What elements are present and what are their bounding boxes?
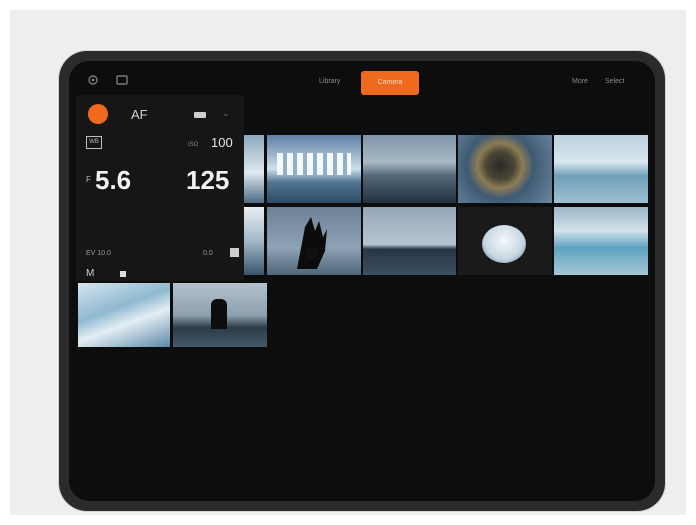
- photo-thumbnail[interactable]: [267, 207, 361, 275]
- exposure-compensation: 0.0: [203, 250, 213, 257]
- ev-readout: EV 10.0: [86, 250, 111, 257]
- tablet-device: Library Camera More Select AF ⌄ WB ISO 1…: [59, 51, 665, 511]
- manual-mode-button[interactable]: M: [86, 268, 94, 279]
- shutter-speed-value[interactable]: 125: [186, 165, 229, 196]
- photo-thumbnail[interactable]: [244, 207, 264, 275]
- battery-icon: [194, 112, 206, 118]
- app-screen: Library Camera More Select AF ⌄ WB ISO 1…: [69, 61, 655, 501]
- iso-label: ISO: [188, 142, 199, 148]
- grid-icon[interactable]: [116, 74, 128, 86]
- chevron-down-icon[interactable]: ⌄: [222, 108, 230, 119]
- tab-library[interactable]: Library: [319, 78, 340, 85]
- aperture-value[interactable]: 5.6: [95, 165, 131, 196]
- photo-thumbnail[interactable]: [554, 135, 648, 203]
- photo-thumbnail[interactable]: [458, 135, 552, 203]
- capture-mode-icon[interactable]: [120, 271, 126, 277]
- select-button[interactable]: Select: [605, 78, 624, 85]
- photo-thumbnail[interactable]: [78, 283, 170, 347]
- photo-thumbnail[interactable]: [173, 283, 267, 347]
- aperture-prefix: F: [86, 175, 91, 184]
- top-bar: Library Camera More Select: [69, 61, 655, 95]
- photo-thumbnail[interactable]: [363, 135, 456, 203]
- iso-value[interactable]: 100: [211, 135, 233, 150]
- exposure-lock-icon[interactable]: [230, 248, 239, 257]
- photo-thumbnail[interactable]: [244, 135, 264, 203]
- more-button[interactable]: More: [572, 78, 588, 85]
- photo-thumbnail[interactable]: [267, 135, 361, 203]
- photo-thumbnail[interactable]: [554, 207, 648, 275]
- tab-camera[interactable]: Camera: [361, 71, 419, 95]
- background-frame: Library Camera More Select AF ⌄ WB ISO 1…: [10, 10, 686, 515]
- photo-thumbnail[interactable]: [363, 207, 456, 275]
- record-button[interactable]: [88, 104, 108, 124]
- settings-icon[interactable]: [87, 74, 99, 86]
- autofocus-toggle[interactable]: AF: [131, 107, 148, 122]
- camera-control-panel: AF ⌄ WB ISO 100 F 5.6 125 EV 10.0 0.0 M: [76, 95, 244, 281]
- photo-thumbnail[interactable]: [458, 207, 552, 275]
- white-balance-button[interactable]: WB: [86, 136, 102, 149]
